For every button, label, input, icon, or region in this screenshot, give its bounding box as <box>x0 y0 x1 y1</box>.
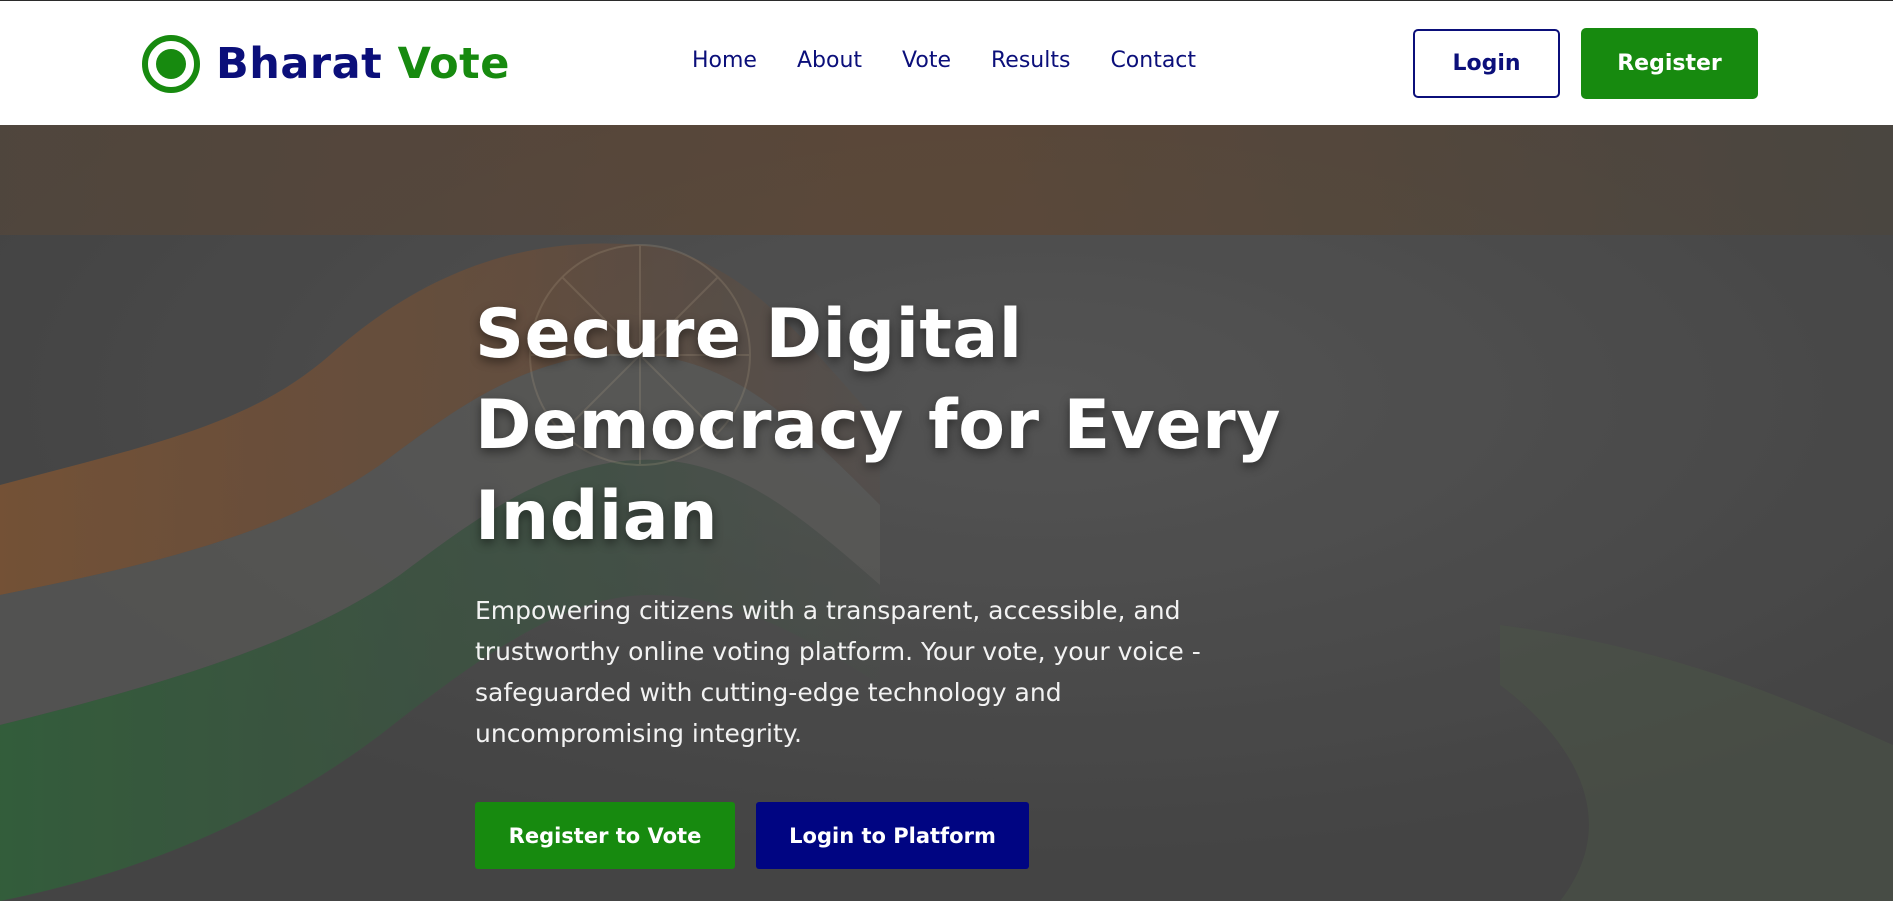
login-button[interactable]: Login <box>1413 29 1560 98</box>
nav-link-about[interactable]: About <box>797 48 862 73</box>
site-header: Bharat Vote Home About Vote Results Cont… <box>0 1 1893 125</box>
brand-name: Bharat Vote <box>216 39 510 89</box>
main-nav: Home About Vote Results Contact <box>692 48 1196 73</box>
brand-logo-link[interactable]: Bharat Vote <box>141 34 510 94</box>
nav-link-vote[interactable]: Vote <box>902 48 951 73</box>
hero-subtitle: Empowering citizens with a transparent, … <box>475 596 1201 748</box>
hero-section: Secure Digital Democracy for Every India… <box>0 125 1893 901</box>
login-to-platform-button[interactable]: Login to Platform <box>756 802 1029 869</box>
target-circle-icon <box>142 35 200 93</box>
register-to-vote-button[interactable]: Register to Vote <box>475 802 735 869</box>
brand-name-primary: Bharat <box>216 39 383 89</box>
nav-link-results[interactable]: Results <box>991 48 1070 73</box>
brand-name-accent: Vote <box>397 39 510 89</box>
register-button[interactable]: Register <box>1581 28 1758 99</box>
landing-page: Bharat Vote Home About Vote Results Cont… <box>0 0 1893 901</box>
hero-title: Secure Digital Democracy for Every India… <box>475 295 1281 556</box>
nav-link-contact[interactable]: Contact <box>1110 48 1196 73</box>
nav-link-home[interactable]: Home <box>692 48 757 73</box>
